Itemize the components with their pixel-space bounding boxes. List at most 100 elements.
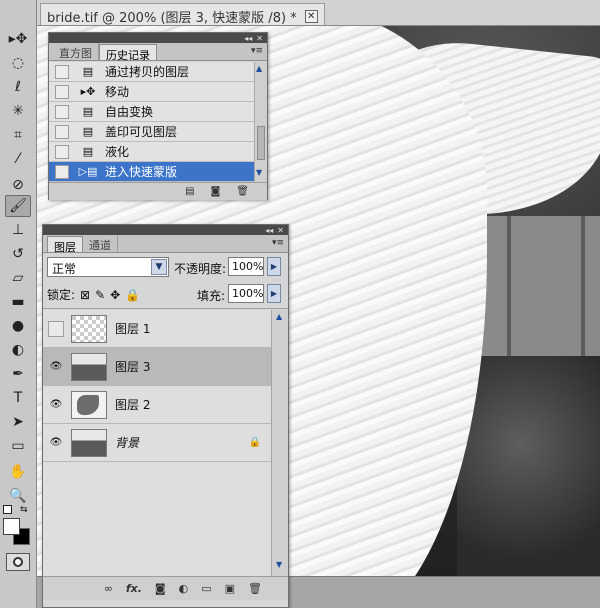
dodge-tool-icon[interactable]: ◐ bbox=[5, 339, 31, 361]
link-icon[interactable]: ∞ bbox=[104, 582, 113, 595]
lock-position-icon[interactable]: ✥ bbox=[110, 288, 120, 302]
close-panel-icon[interactable]: ✕ bbox=[256, 34, 263, 43]
layer-row-selected[interactable]: 👁 图层 3 bbox=[43, 348, 271, 386]
path-select-tool-icon[interactable]: ➤ bbox=[5, 411, 31, 433]
blend-mode-select[interactable]: 正常 ▼ bbox=[47, 257, 169, 277]
history-list: ▤ 通过拷贝的图层 ▸✥ 移动 ▤ 自由变换 ▤ 盖印可见图层 ▤ 液化 ▷▤ … bbox=[49, 62, 254, 182]
fill-label: 填充: bbox=[197, 289, 226, 303]
scroll-down-icon[interactable]: ▼ bbox=[256, 168, 262, 177]
history-source-checkbox[interactable] bbox=[55, 84, 69, 99]
tab-histogram[interactable]: 直方图 bbox=[53, 43, 99, 60]
tab-layers[interactable]: 图层 bbox=[47, 236, 83, 254]
mask-icon[interactable]: ◙ bbox=[155, 582, 166, 595]
history-item[interactable]: ▤ 通过拷贝的图层 bbox=[49, 62, 254, 82]
lock-all-icon[interactable]: 🔒 bbox=[125, 288, 140, 302]
history-item[interactable]: ▸✥ 移动 bbox=[49, 82, 254, 102]
new-layer-icon[interactable]: ▣ bbox=[225, 582, 235, 595]
layers-scrollbar[interactable]: ▲ ▼ bbox=[271, 310, 288, 576]
fx-icon[interactable]: fx. bbox=[126, 582, 142, 595]
eye-icon[interactable]: 👁 bbox=[48, 435, 64, 451]
swap-colors-icon[interactable]: ⇆ bbox=[20, 505, 28, 515]
tab-history[interactable]: 历史记录 bbox=[99, 44, 157, 62]
layer-options: 正常 ▼ 不透明度: 100% ▶ 锁定: ⊠ ✎ ✥ 🔒 填充: 100% ▶ bbox=[43, 253, 288, 309]
panel-menu-icon[interactable]: ▾≡ bbox=[272, 238, 284, 248]
move-tool-icon[interactable]: ▸✥ bbox=[5, 28, 31, 50]
scroll-down-icon[interactable]: ▼ bbox=[276, 560, 282, 569]
foreground-color-swatch[interactable] bbox=[3, 518, 20, 535]
history-source-checkbox[interactable] bbox=[55, 64, 69, 79]
new-document-icon[interactable]: ▤ bbox=[185, 186, 194, 197]
photoshop-window: ▸✥ ◌ ℓ ✳ ⌗ ⁄ ⊘ 🖌 ⊥ ↺ ▱ ▬ ● ◐ ✒ T ➤ ▭ ✋ 🔍… bbox=[0, 0, 600, 608]
healing-tool-icon[interactable]: ⊘ bbox=[5, 174, 31, 196]
scroll-thumb[interactable] bbox=[257, 126, 265, 160]
pen-tool-icon[interactable]: ✒ bbox=[5, 363, 31, 385]
lock-transparency-icon[interactable]: ⊠ bbox=[80, 288, 90, 302]
eye-icon[interactable]: 👁 bbox=[48, 359, 64, 375]
document-icon: ▤ bbox=[82, 105, 94, 118]
fill-slider-button[interactable]: ▶ bbox=[267, 284, 281, 303]
chevron-down-icon[interactable]: ▼ bbox=[151, 259, 167, 275]
history-item-label: 液化 bbox=[105, 145, 130, 159]
opacity-input[interactable]: 100% bbox=[228, 257, 264, 276]
shape-tool-icon[interactable]: ▭ bbox=[5, 435, 31, 457]
magic-wand-tool-icon[interactable]: ✳ bbox=[5, 100, 31, 122]
trash-icon[interactable]: 🗑 bbox=[236, 186, 249, 197]
zoom-tool-icon[interactable]: 🔍 bbox=[5, 485, 31, 507]
type-tool-icon[interactable]: T bbox=[5, 387, 31, 409]
fill-input[interactable]: 100% bbox=[228, 284, 264, 303]
camera-icon[interactable]: ◙ bbox=[211, 186, 221, 197]
eye-icon[interactable]: 👁 bbox=[48, 397, 64, 413]
layer-row[interactable]: 👁 背景 🔒 bbox=[43, 424, 271, 462]
history-footer: ▤ ◙ 🗑 bbox=[49, 182, 267, 200]
folder-icon[interactable]: ▭ bbox=[201, 582, 211, 595]
collapse-icon[interactable]: ◂◂ bbox=[265, 226, 273, 235]
tab-channels[interactable]: 通道 bbox=[83, 235, 118, 252]
hand-tool-icon[interactable]: ✋ bbox=[5, 461, 31, 483]
scroll-up-icon[interactable]: ▲ bbox=[256, 64, 262, 73]
scroll-up-icon[interactable]: ▲ bbox=[276, 312, 282, 321]
lock-paint-icon[interactable]: ✎ bbox=[95, 288, 105, 302]
history-item[interactable]: ▤ 盖印可见图层 bbox=[49, 122, 254, 142]
history-scrollbar[interactable]: ▲ ▼ bbox=[254, 62, 267, 182]
layer-thumbnail bbox=[71, 314, 107, 343]
history-source-checkbox[interactable] bbox=[55, 124, 69, 139]
photo-stone-base bbox=[457, 356, 600, 576]
blur-tool-icon[interactable]: ● bbox=[5, 315, 31, 337]
history-source-checkbox[interactable] bbox=[55, 144, 69, 159]
collapse-icon[interactable]: ◂◂ bbox=[244, 34, 252, 43]
brush-tool-icon[interactable]: 🖌 bbox=[5, 195, 31, 217]
layer-row[interactable]: 图层 1 bbox=[43, 310, 271, 348]
lasso-tool-icon[interactable]: ℓ bbox=[5, 76, 31, 98]
document-tab[interactable]: bride.tif @ 200% (图层 3, 快速蒙版 /8) * ✕ bbox=[40, 3, 325, 26]
trash-icon[interactable]: 🗑 bbox=[248, 582, 262, 595]
history-item[interactable]: ▤ 液化 bbox=[49, 142, 254, 162]
close-panel-icon[interactable]: ✕ bbox=[277, 226, 284, 235]
history-item-label: 进入快速蒙版 bbox=[105, 165, 178, 179]
history-item[interactable]: ▤ 自由变换 bbox=[49, 102, 254, 122]
close-icon[interactable]: ✕ bbox=[304, 9, 318, 23]
layers-list: 图层 1 👁 图层 3 👁 图层 2 👁 背景 🔒 bbox=[43, 310, 271, 576]
opacity-slider-button[interactable]: ▶ bbox=[267, 257, 281, 276]
stamp-tool-icon[interactable]: ⊥ bbox=[5, 219, 31, 241]
panel-titlebar[interactable]: ◂◂ ✕ bbox=[49, 33, 267, 43]
quick-mask-button[interactable] bbox=[6, 553, 30, 571]
gradient-tool-icon[interactable]: ▬ bbox=[5, 291, 31, 313]
document-icon: ▤ bbox=[82, 125, 94, 138]
eyedropper-tool-icon[interactable]: ⁄ bbox=[5, 148, 31, 170]
lock-row: 锁定: ⊠ ✎ ✥ 🔒 bbox=[47, 286, 140, 303]
history-item-selected[interactable]: ▷▤ 进入快速蒙版 bbox=[49, 162, 254, 182]
panel-titlebar[interactable]: ◂◂ ✕ bbox=[43, 225, 288, 235]
history-source-checkbox[interactable] bbox=[55, 164, 69, 179]
eraser-tool-icon[interactable]: ▱ bbox=[5, 267, 31, 289]
history-source-checkbox[interactable] bbox=[55, 104, 69, 119]
crop-tool-icon[interactable]: ⌗ bbox=[5, 124, 31, 146]
blend-mode-value: 正常 bbox=[52, 262, 77, 276]
visibility-toggle[interactable] bbox=[48, 320, 64, 337]
adjustment-icon[interactable]: ◐ bbox=[179, 582, 189, 595]
history-brush-tool-icon[interactable]: ↺ bbox=[5, 243, 31, 265]
history-item-label: 通过拷贝的图层 bbox=[105, 65, 190, 79]
default-colors-icon[interactable] bbox=[3, 505, 12, 514]
marquee-tool-icon[interactable]: ◌ bbox=[5, 52, 31, 74]
layer-row[interactable]: 👁 图层 2 bbox=[43, 386, 271, 424]
panel-menu-icon[interactable]: ▾≡ bbox=[251, 46, 263, 56]
